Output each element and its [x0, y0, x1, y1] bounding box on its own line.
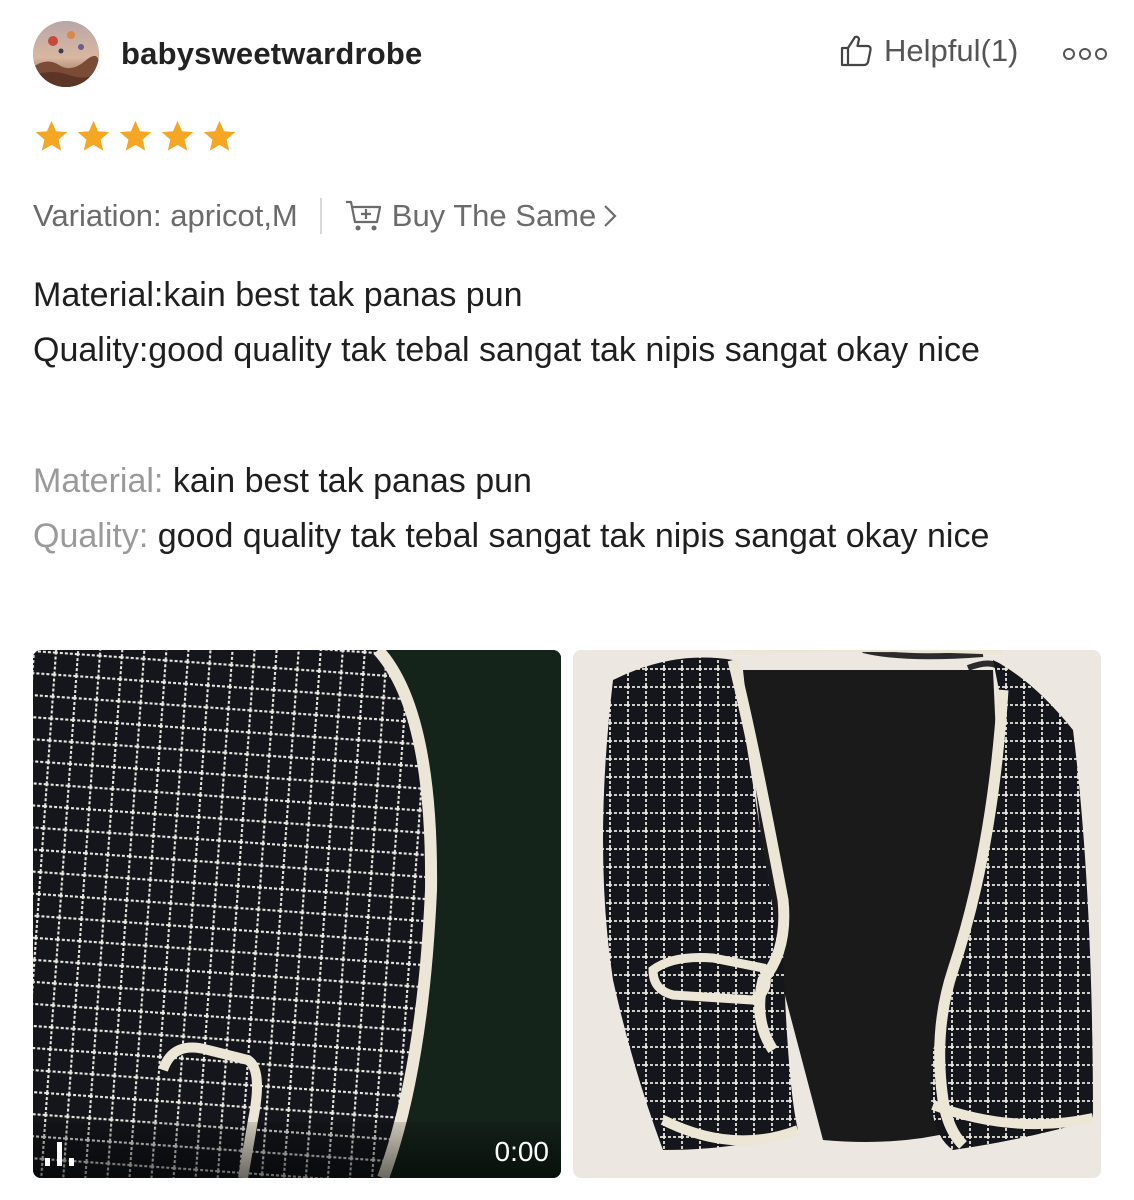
video-control-bar	[33, 1122, 561, 1178]
review-video[interactable]: 0:00	[33, 650, 561, 1178]
video-indicator-icon	[45, 1142, 74, 1166]
helpful-label: Helpful(1)	[884, 33, 1019, 68]
avatar[interactable]	[33, 21, 99, 87]
jacket-photo	[573, 650, 1101, 1178]
star-icon	[161, 120, 194, 151]
star-rating	[33, 118, 238, 155]
divider	[319, 198, 322, 234]
review-line-material: Material:kain best tak panas pun	[33, 276, 523, 314]
review-photo[interactable]	[573, 650, 1101, 1178]
translated-review: Material: kain best tak panas pun Qualit…	[33, 454, 1103, 564]
translated-material-row: Material: kain best tak panas pun	[33, 454, 1103, 509]
username[interactable]: babysweetwardrobe	[121, 36, 422, 72]
thumbs-up-icon	[840, 35, 872, 67]
star-icon	[119, 120, 152, 151]
variation-row: Variation: apricot,M Buy The Same	[33, 196, 618, 236]
review-text: Material:kain best tak panas pun Quality…	[33, 268, 1103, 378]
quality-value: good quality tak tebal sangat tak nipis …	[148, 517, 990, 555]
star-icon	[203, 120, 236, 151]
video-thumbnail	[33, 650, 561, 1178]
review-line-quality: Quality:good quality tak tebal sangat ta…	[33, 331, 980, 369]
helpful-button[interactable]: Helpful(1)	[838, 33, 1018, 69]
buy-the-same-link[interactable]: Buy The Same	[344, 198, 618, 234]
chevron-right-icon	[604, 205, 617, 227]
more-dots-icon[interactable]	[1062, 45, 1108, 63]
quality-key: Quality:	[33, 517, 149, 555]
star-icon	[77, 120, 110, 151]
material-key: Material:	[33, 462, 164, 500]
variation-label: Variation: apricot,M	[33, 198, 298, 233]
video-duration: 0:00	[494, 1136, 550, 1167]
star-icon	[35, 120, 68, 151]
buy-the-same-label: Buy The Same	[391, 198, 597, 233]
material-value: kain best tak panas pun	[163, 462, 532, 500]
translated-quality-row: Quality: good quality tak tebal sangat t…	[33, 509, 1103, 564]
balloon-landscape-avatar	[33, 21, 99, 87]
cart-plus-icon	[345, 200, 381, 231]
